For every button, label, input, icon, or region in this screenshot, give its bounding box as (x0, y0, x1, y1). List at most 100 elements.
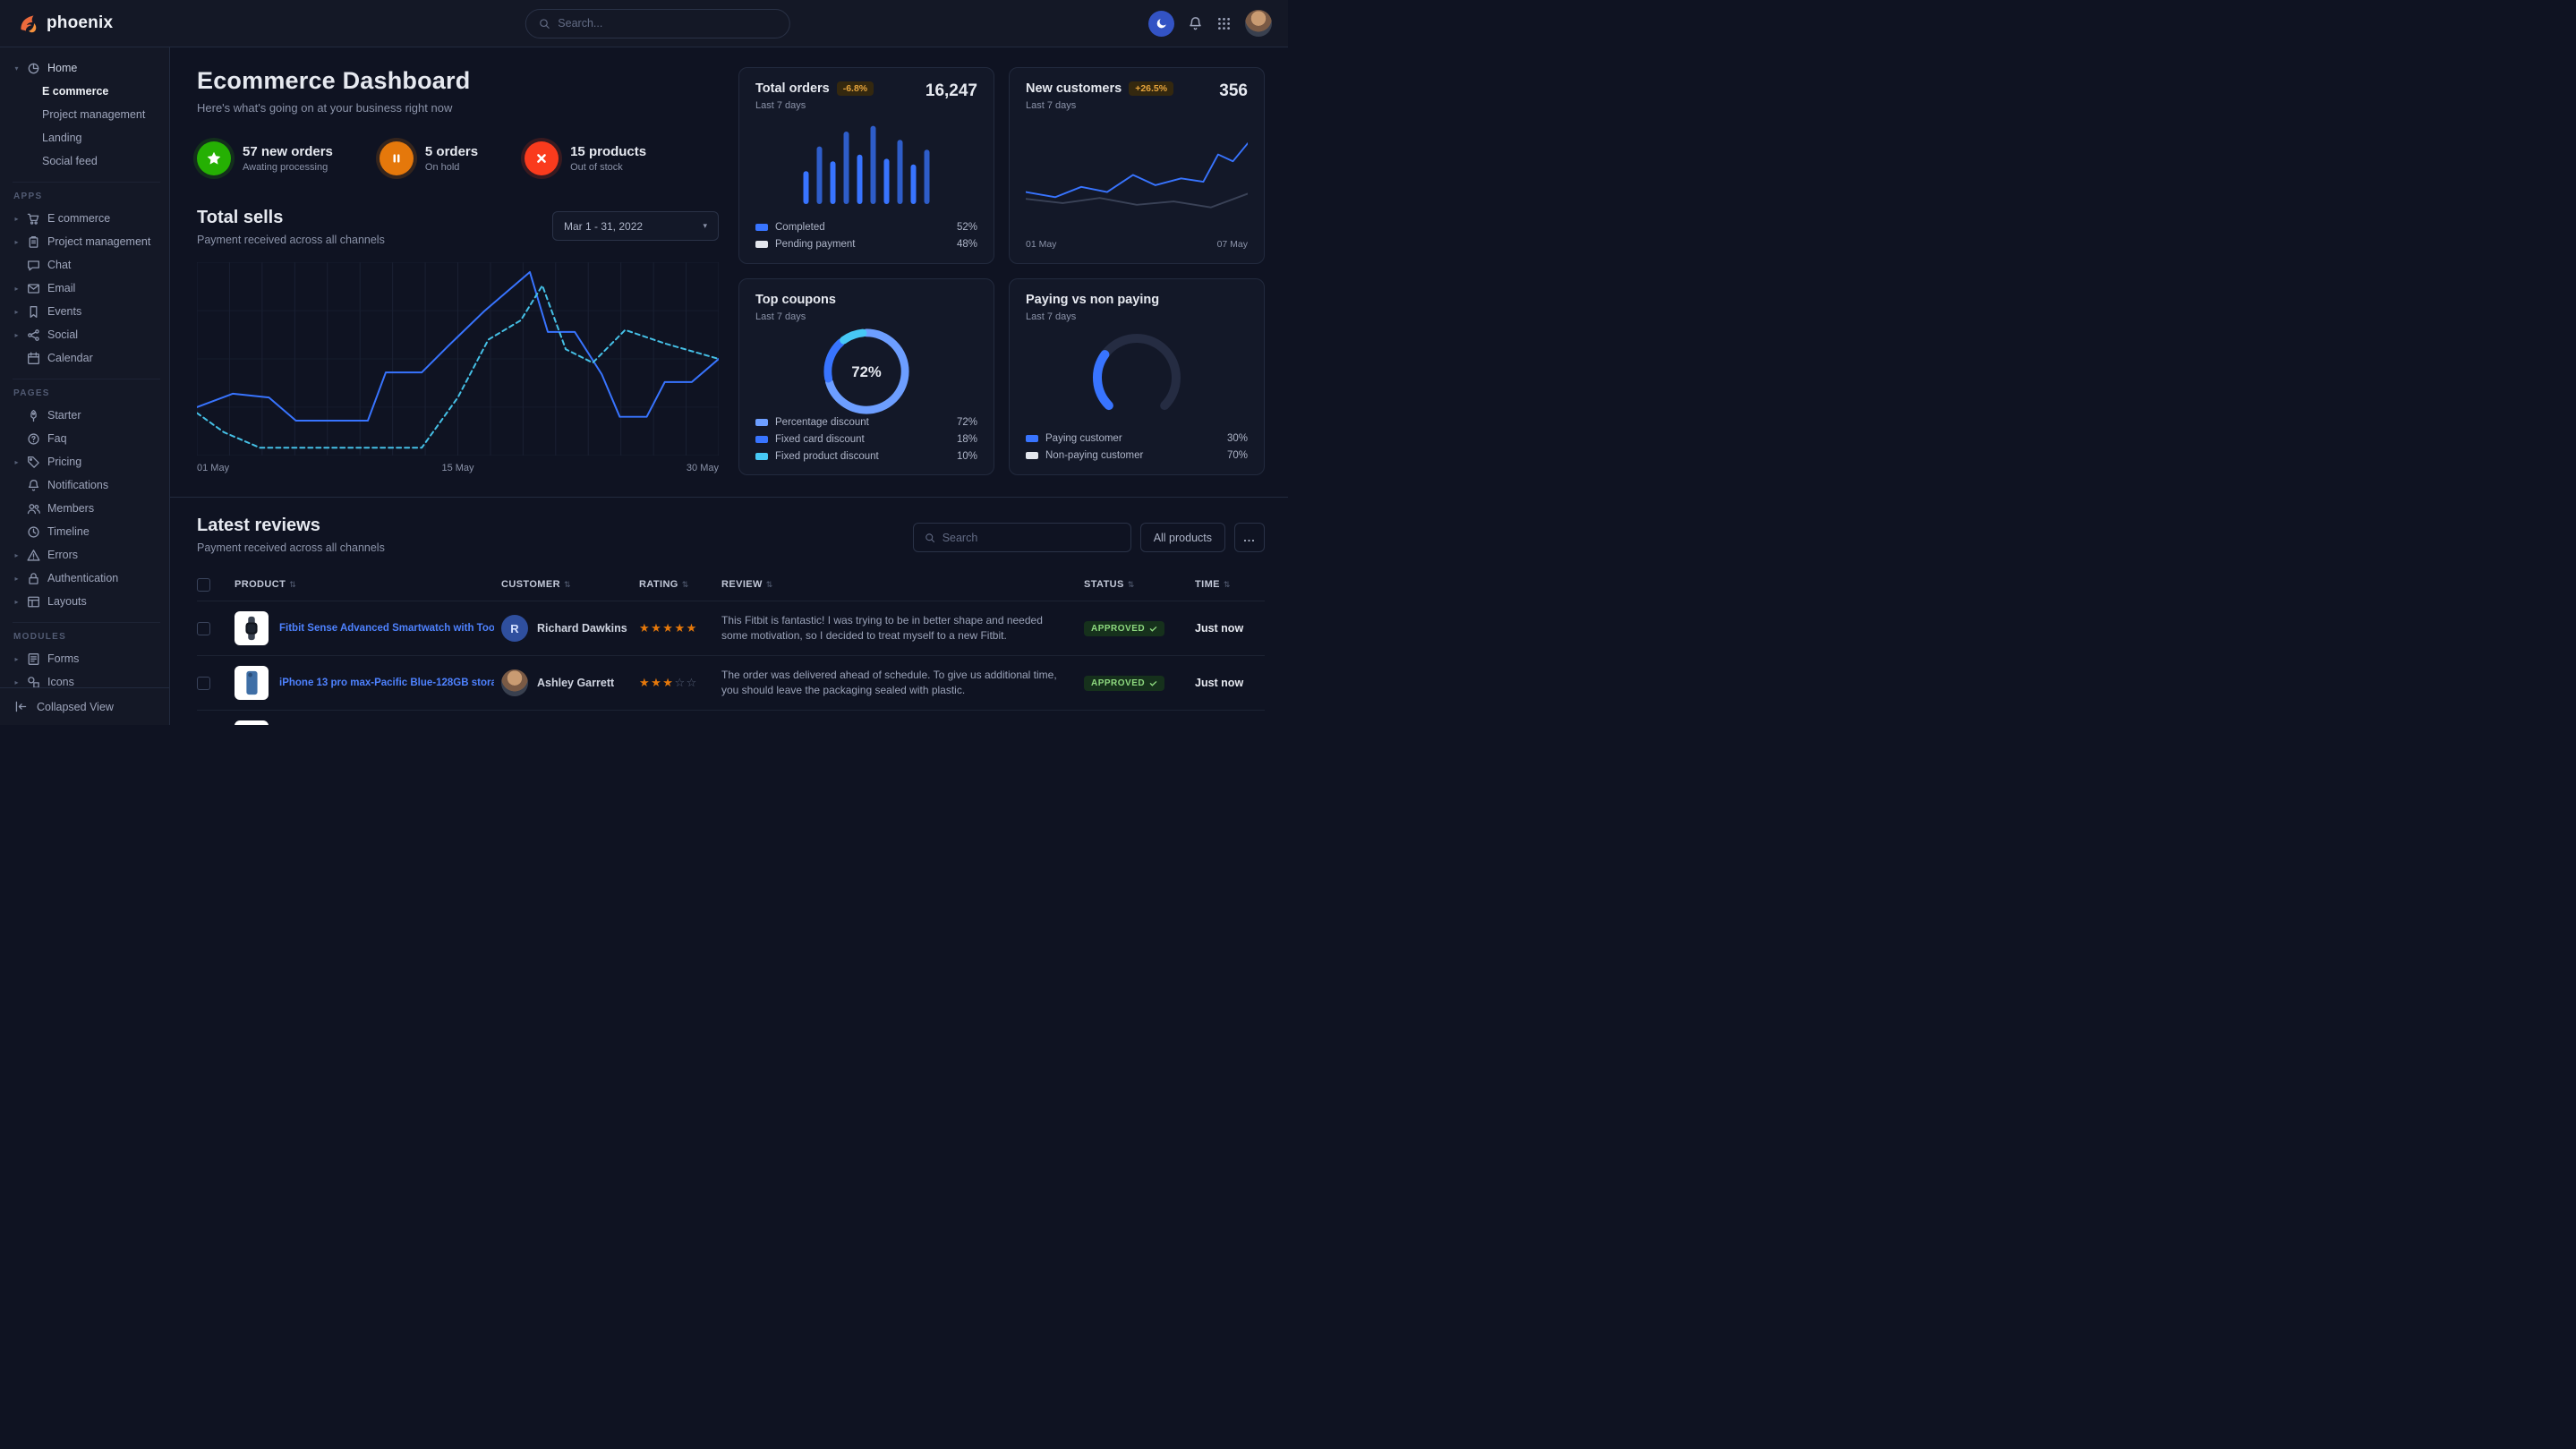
sort-icon: ⇅ (1224, 580, 1231, 589)
select-all-checkbox[interactable] (197, 578, 210, 592)
user-avatar[interactable] (1245, 10, 1272, 37)
reviews-search-input[interactable] (943, 532, 1120, 544)
sidebar-item-errors[interactable]: ▸ Errors (13, 543, 160, 567)
sidebar-section-modules: MODULES ▸ Forms ▸ Icons ▸ Tables ▸ Compo… (13, 622, 160, 687)
product-image[interactable] (235, 611, 269, 645)
notifications-button[interactable] (1188, 16, 1203, 31)
row-checkbox[interactable] (197, 622, 210, 635)
reviews-title: Latest reviews (197, 516, 385, 536)
all-products-button[interactable]: All products (1140, 523, 1225, 552)
sidebar-item-timeline[interactable]: Timeline (13, 520, 160, 543)
apps-grid-button[interactable] (1216, 16, 1232, 31)
form-icon (27, 652, 41, 666)
global-search[interactable] (525, 9, 789, 38)
more-options-button[interactable]: ... (1234, 523, 1265, 552)
sidebar-item-faq[interactable]: Faq (13, 427, 160, 450)
shapes-icon (27, 676, 41, 688)
theme-toggle-button[interactable] (1148, 11, 1174, 37)
column-header-rating[interactable]: RATING⇅ (639, 579, 714, 590)
card-value: 16,247 (925, 81, 977, 101)
avatar (501, 669, 528, 696)
sidebar-item-pricing[interactable]: ▸ Pricing (13, 450, 160, 473)
avatar: R (501, 615, 528, 642)
column-header-status[interactable]: STATUS⇅ (1084, 579, 1188, 590)
sidebar-item-project-management[interactable]: Project management (13, 103, 160, 126)
sidebar-item-e-commerce[interactable]: E commerce (13, 80, 160, 103)
stat-caption: Out of stock (570, 162, 646, 173)
search-input[interactable] (558, 17, 776, 30)
card-period: Last 7 days (755, 100, 874, 111)
sidebar-item-label: Icons (47, 676, 74, 687)
coupons-donut-chart: 72% (821, 326, 912, 417)
main-content: Ecommerce Dashboard Here's what's going … (170, 47, 1288, 725)
product-link[interactable]: Fitbit Sense Advanced Smartwatch with To… (279, 623, 494, 634)
column-header-product[interactable]: PRODUCT⇅ (235, 579, 494, 590)
sidebar-item-layouts[interactable]: ▸ Layouts (13, 590, 160, 613)
caret-right-icon: ▸ (13, 331, 21, 339)
stat-value: 5 orders (425, 144, 478, 159)
sidebar-item-notifications[interactable]: Notifications (13, 473, 160, 497)
sidebar-item-members[interactable]: Members (13, 497, 160, 520)
sidebar-item-social-feed[interactable]: Social feed (13, 149, 160, 173)
sort-icon: ⇅ (289, 580, 296, 589)
sidebar-item-events[interactable]: ▸ Events (13, 300, 160, 323)
product-link[interactable]: iPhone 13 pro max-Pacific Blue-128GB sto… (279, 678, 494, 688)
column-header-review[interactable]: REVIEW⇅ (721, 579, 1077, 590)
customer-cell[interactable]: RRichard Dawkins (501, 615, 632, 642)
legend-label: Non-paying customer (1045, 450, 1143, 461)
sidebar-item-label: Members (47, 502, 94, 515)
legend-swatch (1026, 452, 1038, 459)
legend-value: 10% (957, 451, 977, 462)
sidebar-item-e-commerce[interactable]: ▸ E commerce (13, 207, 160, 230)
table-row: Fitbit Sense Advanced Smartwatch with To… (197, 601, 1265, 655)
sidebar-item-label: Calendar (47, 352, 93, 364)
sidebar-item-authentication[interactable]: ▸ Authentication (13, 567, 160, 590)
caret-right-icon: ▸ (13, 598, 21, 606)
question-icon (27, 432, 41, 446)
sidebar-item-landing[interactable]: Landing (13, 126, 160, 149)
sidebar-item-calendar[interactable]: Calendar (13, 346, 160, 370)
users-icon (27, 502, 41, 516)
sidebar-item-project-management[interactable]: ▸ Project management (13, 230, 160, 253)
column-header-customer[interactable]: CUSTOMER⇅ (501, 579, 632, 590)
customer-cell[interactable]: Ashley Garrett (501, 669, 632, 696)
sidebar-item-label: Project management (47, 235, 150, 248)
row-checkbox[interactable] (197, 677, 210, 690)
collapse-view-button[interactable]: Collapsed View (0, 687, 169, 725)
review-time: Just now (1195, 622, 1265, 635)
reviews-search[interactable] (913, 523, 1131, 552)
bell-icon (27, 479, 41, 492)
rating-stars: ★★★☆☆ (639, 676, 714, 690)
table-row: iPhone 13 pro max-Pacific Blue-128GB sto… (197, 655, 1265, 710)
sidebar-item-icons[interactable]: ▸ Icons (13, 670, 160, 687)
paying-gauge-chart (1065, 331, 1208, 417)
sidebar-item-social[interactable]: ▸ Social (13, 323, 160, 346)
column-header-time[interactable]: TIME⇅ (1195, 579, 1265, 590)
sidebar-item-label: Events (47, 305, 81, 318)
warning-icon (27, 549, 41, 562)
lock-icon (27, 572, 41, 585)
sidebar-item-starter[interactable]: Starter (13, 404, 160, 427)
legend-value: 30% (1227, 433, 1248, 444)
legend-swatch (755, 419, 768, 426)
caret-right-icon: ▸ (13, 285, 21, 293)
page-title: Ecommerce Dashboard (197, 67, 719, 95)
pause-icon (380, 141, 414, 175)
product-image[interactable] (235, 666, 269, 700)
phoenix-logo-icon (16, 12, 39, 35)
sidebar-item-home[interactable]: ▾ Home (13, 56, 160, 80)
total-sells-chart (197, 262, 719, 456)
caret-right-icon: ▸ (13, 575, 21, 583)
sidebar-item-forms[interactable]: ▸ Forms (13, 647, 160, 670)
legend-item: Non-paying customer 70% (1026, 450, 1248, 461)
total-sells-subtitle: Payment received across all channels (197, 234, 385, 246)
caret-right-icon: ▸ (13, 458, 21, 466)
sidebar-item-chat[interactable]: Chat (13, 253, 160, 277)
section-title: PAGES (13, 388, 160, 398)
sidebar-item-email[interactable]: ▸ Email (13, 277, 160, 300)
brand[interactable]: phoenix (16, 12, 113, 35)
stat-out-of-stock: 15 products Out of stock (525, 141, 646, 175)
svg-text:72%: 72% (851, 363, 882, 380)
legend-swatch (755, 453, 768, 460)
date-range-select[interactable]: Mar 1 - 31, 2022 ▾ (552, 211, 719, 241)
